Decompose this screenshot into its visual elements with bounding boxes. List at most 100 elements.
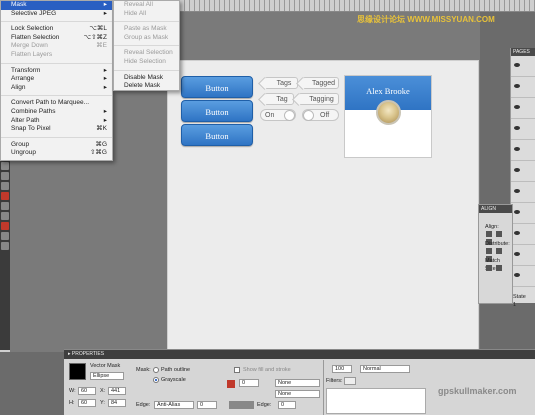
eye-icon[interactable] — [514, 126, 520, 130]
layer-row[interactable] — [511, 245, 535, 266]
blend-mode-select[interactable]: Normal — [360, 365, 410, 373]
layer-row[interactable] — [511, 203, 535, 224]
canvas-button-2[interactable]: Button — [181, 100, 253, 122]
match-width-icon[interactable] — [486, 265, 492, 271]
eyedropper-tool-icon[interactable] — [1, 202, 9, 210]
submenu-item[interactable]: Delete Mask — [114, 82, 179, 91]
filters-list[interactable] — [326, 388, 426, 414]
tag-label-tag[interactable]: Tag — [264, 93, 294, 105]
layer-row[interactable] — [511, 224, 535, 245]
menu-item[interactable]: Selective JPEG ▸ — [1, 10, 112, 19]
distribute-top-icon[interactable] — [486, 248, 492, 254]
object-name-field[interactable]: Ellipse — [90, 372, 124, 380]
submenu-item-label: Reveal Selection — [124, 49, 173, 57]
eye-icon[interactable] — [514, 147, 520, 151]
distribute-middle-icon[interactable] — [496, 248, 502, 254]
layer-row[interactable] — [511, 266, 535, 287]
modify-menu: Mask ▸ Selective JPEG ▸ Lock Selection ⌥⌘L Fla… — [0, 0, 113, 161]
stroke-type-select[interactable]: None — [275, 379, 320, 387]
submenu-item: Reveal All — [114, 1, 179, 10]
canvas-button-3[interactable]: Button — [181, 124, 253, 146]
canvas-button-1[interactable]: Button — [181, 76, 253, 98]
zoom-tool-icon[interactable] — [1, 242, 9, 250]
hand-tool-icon[interactable] — [1, 232, 9, 240]
menu-separator — [1, 18, 112, 23]
eye-icon[interactable] — [514, 189, 520, 193]
layer-row[interactable] — [511, 77, 535, 98]
stroke-color-icon[interactable] — [1, 222, 9, 230]
align-left-icon[interactable] — [486, 231, 492, 237]
pencil-icon[interactable] — [227, 380, 235, 388]
eye-icon[interactable] — [514, 168, 520, 172]
edge-amount-field[interactable]: 0 — [197, 401, 217, 409]
submenu-item-label: Group as Mask — [124, 33, 169, 41]
mask-thumbnail[interactable] — [69, 363, 86, 380]
toggle-on[interactable]: On — [260, 109, 296, 121]
stroke-size-field[interactable]: 0 — [239, 379, 259, 387]
path-outline-radio[interactable] — [153, 367, 159, 373]
watermark-2: gpskullmaker.com — [438, 386, 517, 396]
eye-icon[interactable] — [514, 252, 520, 256]
menu-item-label: Arrange — [11, 75, 35, 83]
line-tool-icon[interactable] — [1, 172, 9, 180]
eye-icon[interactable] — [514, 63, 520, 67]
edge-select[interactable]: Anti-Alias — [154, 401, 194, 409]
submenu-item-label: Reveal All — [124, 1, 153, 8]
match-height-icon[interactable] — [496, 265, 502, 271]
menu-item-label: Combine Paths — [11, 107, 56, 115]
show-fill-checkbox[interactable] — [234, 367, 240, 373]
layer-row[interactable] — [511, 182, 535, 203]
menu-item[interactable]: Align ▸ — [1, 84, 112, 93]
eye-icon[interactable] — [514, 231, 520, 235]
align-center-icon[interactable] — [496, 231, 502, 237]
h-label: H: — [69, 400, 75, 406]
eye-icon[interactable] — [514, 84, 520, 88]
submenu-item-label: Hide Selection — [124, 57, 166, 65]
fill-type-select[interactable]: None — [275, 390, 320, 398]
toggle-off[interactable]: Off — [302, 109, 339, 121]
paint-bucket-icon[interactable] — [1, 212, 9, 220]
state-label[interactable]: State 1 — [513, 293, 526, 308]
type-tool-icon[interactable] — [1, 162, 9, 170]
tag-label-tagged[interactable]: Tagged — [302, 77, 339, 89]
layer-row[interactable] — [511, 119, 535, 140]
add-filter-button[interactable] — [344, 377, 356, 385]
opacity-field[interactable]: 100 — [332, 365, 352, 373]
menu-item[interactable]: Transform ▸ — [1, 67, 112, 76]
eye-icon[interactable] — [514, 273, 520, 277]
layer-row[interactable] — [511, 98, 535, 119]
y-field[interactable]: 84 — [108, 399, 126, 407]
menu-item-label: Flatten Selection — [11, 33, 60, 41]
match-size-label: Match Size: — [485, 258, 500, 272]
layer-row[interactable] — [511, 161, 535, 182]
menu-item[interactable]: Lock Selection ⌥⌘L — [1, 25, 112, 34]
menu-item[interactable]: Ungroup ⇧⌘G — [1, 149, 112, 158]
grayscale-radio[interactable] — [153, 377, 159, 383]
tag-label-tags[interactable]: Tags — [264, 77, 298, 89]
x-field[interactable]: 441 — [108, 387, 126, 395]
stroke-position-buttons[interactable] — [229, 401, 254, 409]
color-swatch-icon[interactable] — [1, 192, 9, 200]
profile-card[interactable]: Alex Brooke — [344, 75, 432, 158]
layer-row[interactable] — [511, 56, 535, 77]
width-field[interactable]: 60 — [78, 387, 96, 395]
menu-item[interactable]: Arrange ▸ — [1, 75, 112, 84]
rectangle-tool-icon[interactable] — [1, 182, 9, 190]
height-field[interactable]: 60 — [78, 399, 96, 407]
edge2-label: Edge: — [257, 402, 272, 408]
menu-item[interactable]: Mask ▸ — [1, 1, 112, 10]
toggle-knob — [284, 110, 295, 121]
avatar[interactable] — [376, 100, 401, 125]
menu-item[interactable]: Snap To Pixel ⌘K — [1, 125, 112, 134]
shortcut-label: ⌘K — [96, 125, 107, 133]
eye-icon[interactable] — [514, 105, 520, 109]
edge2-amount-field[interactable]: 0 — [278, 401, 296, 409]
menu-separator — [1, 134, 112, 138]
eye-icon[interactable] — [514, 210, 520, 214]
menu-item[interactable]: Combine Paths ▸ — [1, 108, 112, 117]
menu-item[interactable]: Alter Path ▸ — [1, 117, 112, 126]
tag-label-tagging[interactable]: Tagging — [298, 93, 339, 105]
layer-row[interactable] — [511, 140, 535, 161]
menu-item[interactable]: Convert Path to Marquee... — [1, 99, 112, 108]
submenu-item[interactable]: Disable Mask — [114, 74, 179, 83]
